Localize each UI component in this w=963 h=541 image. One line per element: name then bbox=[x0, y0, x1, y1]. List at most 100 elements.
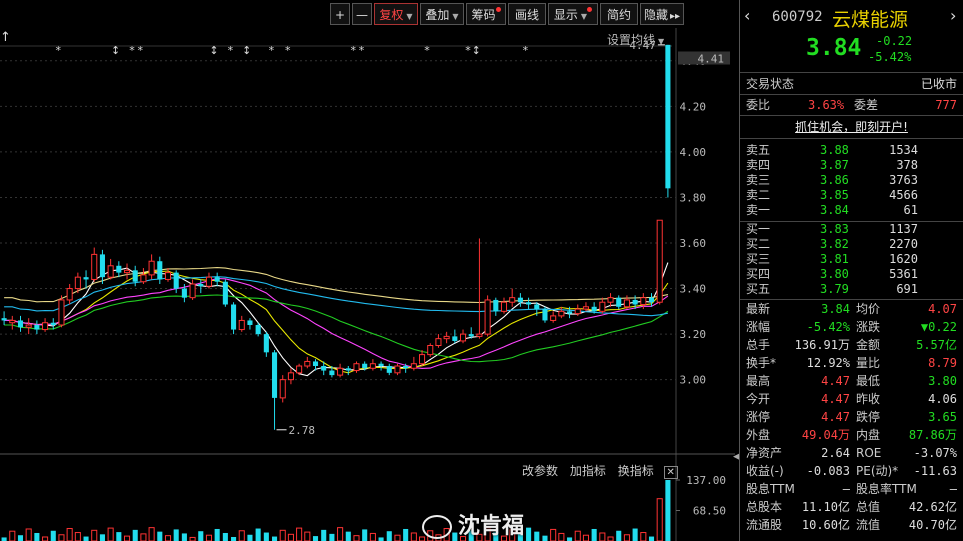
candle-body bbox=[435, 338, 442, 346]
volume-tick-label: 137.00 bbox=[686, 474, 726, 487]
volume-bar bbox=[567, 537, 573, 541]
volume-bar bbox=[231, 536, 237, 541]
add-indicator-button[interactable]: 加指标 bbox=[570, 464, 606, 478]
volume-bar bbox=[599, 532, 606, 541]
candle-body bbox=[394, 365, 401, 374]
candle-body bbox=[345, 368, 351, 371]
candle-body bbox=[74, 276, 81, 290]
volume-bar bbox=[25, 528, 32, 541]
volume-bar bbox=[17, 535, 24, 541]
open-account-link[interactable]: 抓住机会，即刻开户! bbox=[746, 119, 957, 136]
candle-body bbox=[640, 297, 647, 305]
candle-body bbox=[616, 297, 622, 307]
volume-toolbar: 改参数 加指标 换指标 ✕ bbox=[522, 462, 678, 479]
event-marker-icon: ↕ bbox=[472, 44, 481, 57]
stats-row: 股息TTM — 股息率TTM — bbox=[746, 482, 957, 496]
candle-body bbox=[542, 309, 548, 321]
candle-body bbox=[222, 281, 228, 305]
current-price-label: 4.41 bbox=[698, 53, 725, 66]
candle-body bbox=[231, 304, 237, 330]
candle-body bbox=[329, 370, 335, 376]
event-marker-icon: * bbox=[465, 44, 471, 57]
candle-body bbox=[353, 363, 360, 372]
candle-body bbox=[42, 322, 49, 331]
volume-bar bbox=[1, 537, 7, 541]
volume-bar bbox=[296, 527, 303, 541]
volume-bar bbox=[403, 528, 409, 541]
trade-status-row: 交易状态 已收市 bbox=[746, 77, 957, 91]
candle-body bbox=[214, 277, 220, 282]
high-annotation: 4.47 bbox=[629, 39, 656, 52]
volume-bar bbox=[99, 534, 105, 541]
close-icon[interactable]: ✕ bbox=[663, 466, 678, 479]
volume-bar bbox=[665, 480, 671, 541]
event-marker-icon: * bbox=[56, 44, 62, 57]
nav-back-icon[interactable]: ‹ bbox=[744, 6, 750, 25]
volume-bar bbox=[279, 529, 286, 541]
volume-bar bbox=[214, 528, 220, 541]
volume-bar bbox=[394, 534, 401, 541]
switch-indicator-button[interactable]: 换指标 bbox=[618, 464, 654, 478]
candle-body bbox=[443, 335, 450, 340]
candle-body bbox=[582, 306, 589, 310]
volume-bar bbox=[74, 532, 81, 541]
candle-body bbox=[123, 269, 131, 274]
volume-bar bbox=[123, 535, 131, 541]
volume-bar bbox=[50, 530, 56, 541]
simple-button[interactable]: 简约 bbox=[600, 3, 638, 25]
chips-button[interactable]: 筹码 bbox=[466, 3, 506, 25]
zoom-out-button[interactable]: — bbox=[352, 3, 372, 25]
price-tick-label: 3.20 bbox=[680, 328, 707, 341]
display-button[interactable]: 显示 ▼ bbox=[548, 3, 598, 25]
volume-bar bbox=[656, 498, 663, 541]
volume-bar bbox=[582, 534, 589, 541]
event-marker-icon: ↕ bbox=[111, 44, 120, 57]
candle-body bbox=[132, 270, 138, 282]
volume-bar bbox=[9, 530, 16, 541]
candle-body bbox=[238, 319, 245, 331]
volume-bar bbox=[386, 531, 392, 541]
candle-body bbox=[1, 318, 7, 321]
volume-bar bbox=[616, 530, 622, 541]
stats-row: 换手* 12.92% 量比 8.79 bbox=[746, 356, 957, 370]
candle-body bbox=[607, 297, 614, 303]
volume-bar bbox=[378, 537, 384, 541]
volume-bar bbox=[362, 529, 368, 541]
candle-body bbox=[468, 334, 474, 337]
change-params-button[interactable]: 改参数 bbox=[522, 464, 558, 478]
volume-bar bbox=[107, 527, 114, 541]
weibo-icon bbox=[422, 515, 452, 539]
candle-body bbox=[34, 325, 40, 330]
volume-bar bbox=[181, 533, 187, 541]
candle-body bbox=[66, 288, 73, 301]
ask-row[interactable]: 卖一 3.84 61 bbox=[746, 202, 957, 219]
volume-bar bbox=[238, 530, 245, 541]
draw-line-button[interactable]: 画线 bbox=[508, 3, 546, 25]
candle-body bbox=[410, 363, 417, 369]
nav-forward-icon[interactable]: › bbox=[950, 6, 956, 25]
candle-body bbox=[599, 301, 606, 312]
candle-body bbox=[181, 288, 187, 298]
hide-button[interactable]: 隐藏 ▸▸ bbox=[640, 3, 684, 25]
volume-bar bbox=[312, 536, 319, 541]
bid-row[interactable]: 买五 3.79 691 bbox=[746, 281, 957, 298]
fuquan-button[interactable]: 复权 ▼ bbox=[374, 3, 418, 25]
stats-row: 外盘 49.04万 内盘 87.86万 bbox=[746, 428, 957, 442]
trade-status-value: 已收市 bbox=[920, 77, 957, 91]
overlay-button[interactable]: 叠加 ▼ bbox=[420, 3, 464, 25]
volume-bar bbox=[574, 530, 581, 541]
volume-bar bbox=[205, 534, 213, 541]
zoom-in-button[interactable]: + bbox=[330, 3, 350, 25]
volume-tick-label: 68.50 bbox=[693, 505, 726, 518]
stock-code: 600792 bbox=[772, 9, 823, 25]
order-ratio-value: 3.63% bbox=[808, 98, 845, 112]
candle-body bbox=[665, 44, 671, 189]
candle-body bbox=[255, 325, 261, 335]
volume-bar bbox=[116, 532, 122, 541]
volume-bar bbox=[140, 533, 147, 541]
candle-body bbox=[517, 297, 523, 303]
candle-body bbox=[452, 336, 458, 341]
candle-body bbox=[271, 352, 278, 398]
volume-bar bbox=[34, 532, 40, 541]
low-annotation: 2.78 bbox=[289, 424, 316, 437]
